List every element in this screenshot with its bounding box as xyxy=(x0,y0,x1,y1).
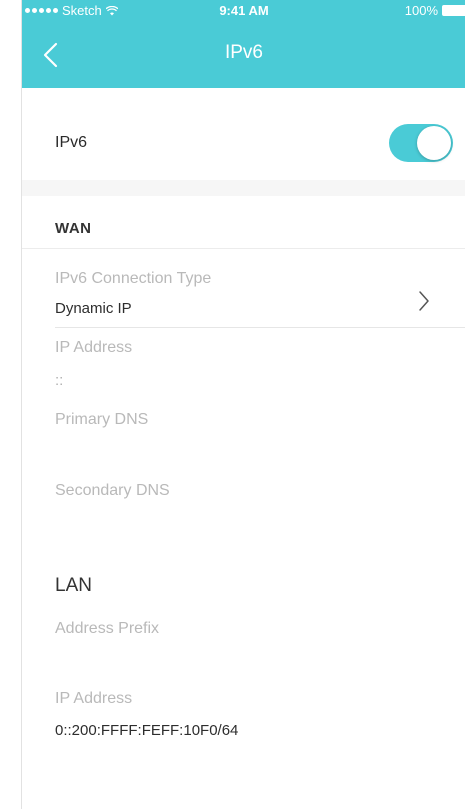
wan-section-title: WAN xyxy=(55,220,92,237)
secondary-dns-label: Secondary DNS xyxy=(55,482,170,499)
battery-percent: 100% xyxy=(404,3,438,18)
ipv6-toggle-label: IPv6 xyxy=(55,134,88,151)
section-separator xyxy=(22,180,465,196)
toggle-knob xyxy=(417,126,451,160)
lan-ip-address-label: IP Address xyxy=(55,690,133,707)
connection-type-row[interactable]: IPv6 Connection Type Dynamic IP xyxy=(22,262,465,328)
phone-screen: Sketch 9:41 AM 100% IPv6 IPv6 WAN IPv6 C… xyxy=(21,0,465,809)
header: Sketch 9:41 AM 100% IPv6 xyxy=(22,0,465,88)
lan-section-title: LAN xyxy=(55,575,92,596)
page-title: IPv6 xyxy=(224,42,264,63)
connection-type-value: Dynamic IP xyxy=(55,300,132,317)
battery-icon xyxy=(442,5,465,16)
divider xyxy=(22,248,465,249)
chevron-right-icon xyxy=(419,291,429,311)
status-bar: Sketch 9:41 AM 100% xyxy=(22,0,465,22)
ipv6-toggle-switch[interactable] xyxy=(389,124,453,162)
ipv6-toggle-row: IPv6 xyxy=(22,88,465,180)
wan-ip-address-label: IP Address xyxy=(55,339,133,356)
battery-group: 100% xyxy=(405,3,465,18)
address-prefix-label: Address Prefix xyxy=(55,620,160,637)
divider xyxy=(55,327,465,328)
primary-dns-label: Primary DNS xyxy=(55,411,149,428)
wan-ip-address-value: :: xyxy=(55,372,64,389)
status-time: 9:41 AM xyxy=(219,3,269,18)
navigation-bar: IPv6 xyxy=(22,22,465,88)
connection-type-label: IPv6 Connection Type xyxy=(55,270,212,287)
lan-ip-address-value: 0::200:FFFF:FEFF:10F0/64 xyxy=(55,722,239,739)
